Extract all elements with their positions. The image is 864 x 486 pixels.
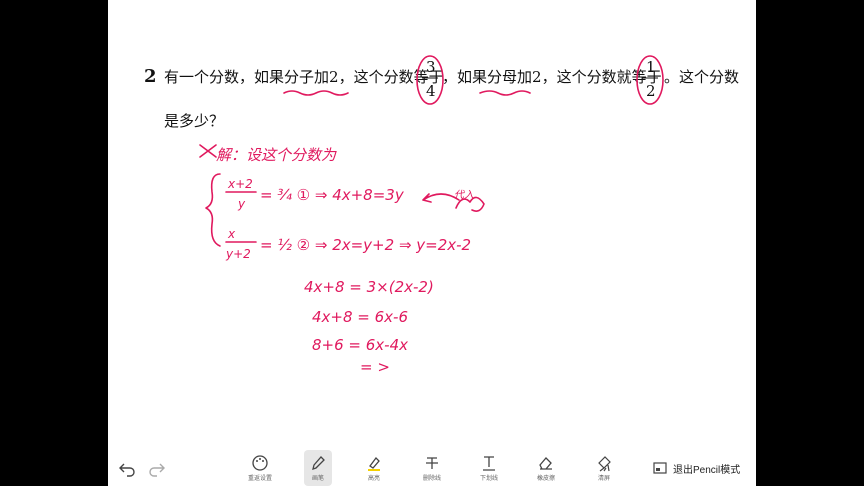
- worksheet-page[interactable]: 2 有一个分数，如果分子加2，这个分数等于 3 4 ，如果分母加2，这个分数就等…: [108, 0, 756, 486]
- eq2-numerator: x: [227, 227, 236, 241]
- tool-eraser-button[interactable]: 橡皮擦: [532, 450, 560, 486]
- exit-label: 退出Pencil模式: [673, 464, 741, 476]
- question-number: 2: [144, 66, 157, 87]
- scribble: [199, 144, 217, 158]
- step-3: 8+6 = 6x-4x: [312, 336, 408, 354]
- step-1: 4x+8 = 3×(2x-2): [304, 278, 434, 296]
- eq2-denominator: y+2: [225, 247, 251, 261]
- fraction2-denominator: 2: [646, 82, 656, 100]
- exit-pencil-mode-button[interactable]: 退出Pencil模式: [653, 450, 740, 486]
- redo-icon[interactable]: [148, 459, 166, 477]
- eq2-text: = ½ ② ⇒ 2x=y+2 ⇒ y=2x-2: [260, 236, 471, 254]
- palette-icon: [252, 455, 268, 471]
- problem-text: 2 有一个分数，如果分子加2，这个分数等于 3 4 ，如果分母加2，这个分数就等…: [144, 55, 739, 130]
- solution-heading: 解：设这个分数为: [216, 146, 337, 164]
- strikethrough-icon: [426, 457, 438, 469]
- clear-icon: [598, 456, 611, 472]
- pen-icon: [312, 456, 325, 470]
- undo-icon[interactable]: [118, 459, 136, 477]
- eq1-text: = ¾ ① ⇒ 4x+8=3y: [260, 186, 405, 204]
- tool-highlighter-button[interactable]: 高亮: [360, 450, 388, 486]
- tool-pen-button[interactable]: 画笔: [304, 450, 332, 486]
- tool-strikethrough-button[interactable]: 删除线: [416, 450, 448, 486]
- tool-underline-button[interactable]: 下划线: [474, 450, 504, 486]
- tool-clear-button[interactable]: 清屏: [590, 450, 618, 486]
- note-label: 代入: [454, 189, 474, 201]
- fraction1-numerator: 3: [426, 58, 436, 76]
- underline-denominator: [479, 90, 531, 96]
- underline-icon: [483, 456, 495, 471]
- q-text-1: 有一个分数，如果分子加2，这个分数等于: [164, 68, 444, 86]
- eq1-denominator: y: [237, 197, 246, 211]
- brace: [205, 173, 221, 247]
- eq1-numerator: x+2: [227, 177, 253, 191]
- handwritten-solution: 解：设这个分数为 x+2 y = ¾ ① ⇒ 4x+8=3y 代入 x y+2 …: [199, 144, 485, 376]
- step-2: 4x+8 = 6x-6: [312, 308, 408, 326]
- fraction2-numerator: 1: [646, 58, 656, 76]
- fraction1-denominator: 4: [426, 82, 436, 100]
- pencil-toolbar: 重返设置 画笔 高亮 删除线 下划线 橡皮擦 清屏 退出Pencil模式: [108, 450, 756, 486]
- q-text-3: 。这个分数: [664, 68, 739, 86]
- eraser-icon: [539, 457, 552, 470]
- q-text-line2: 是多少？: [164, 112, 224, 130]
- highlighter-icon: [368, 457, 380, 471]
- q-text-2: ，如果分母加2，这个分数就等于: [442, 68, 662, 86]
- tool-settings-button[interactable]: 重返设置: [242, 450, 278, 486]
- numerator-plus: 分子加: [284, 68, 329, 86]
- step-4: = >: [360, 358, 390, 376]
- exit-icon: [653, 462, 667, 474]
- underline-numerator: [283, 90, 349, 96]
